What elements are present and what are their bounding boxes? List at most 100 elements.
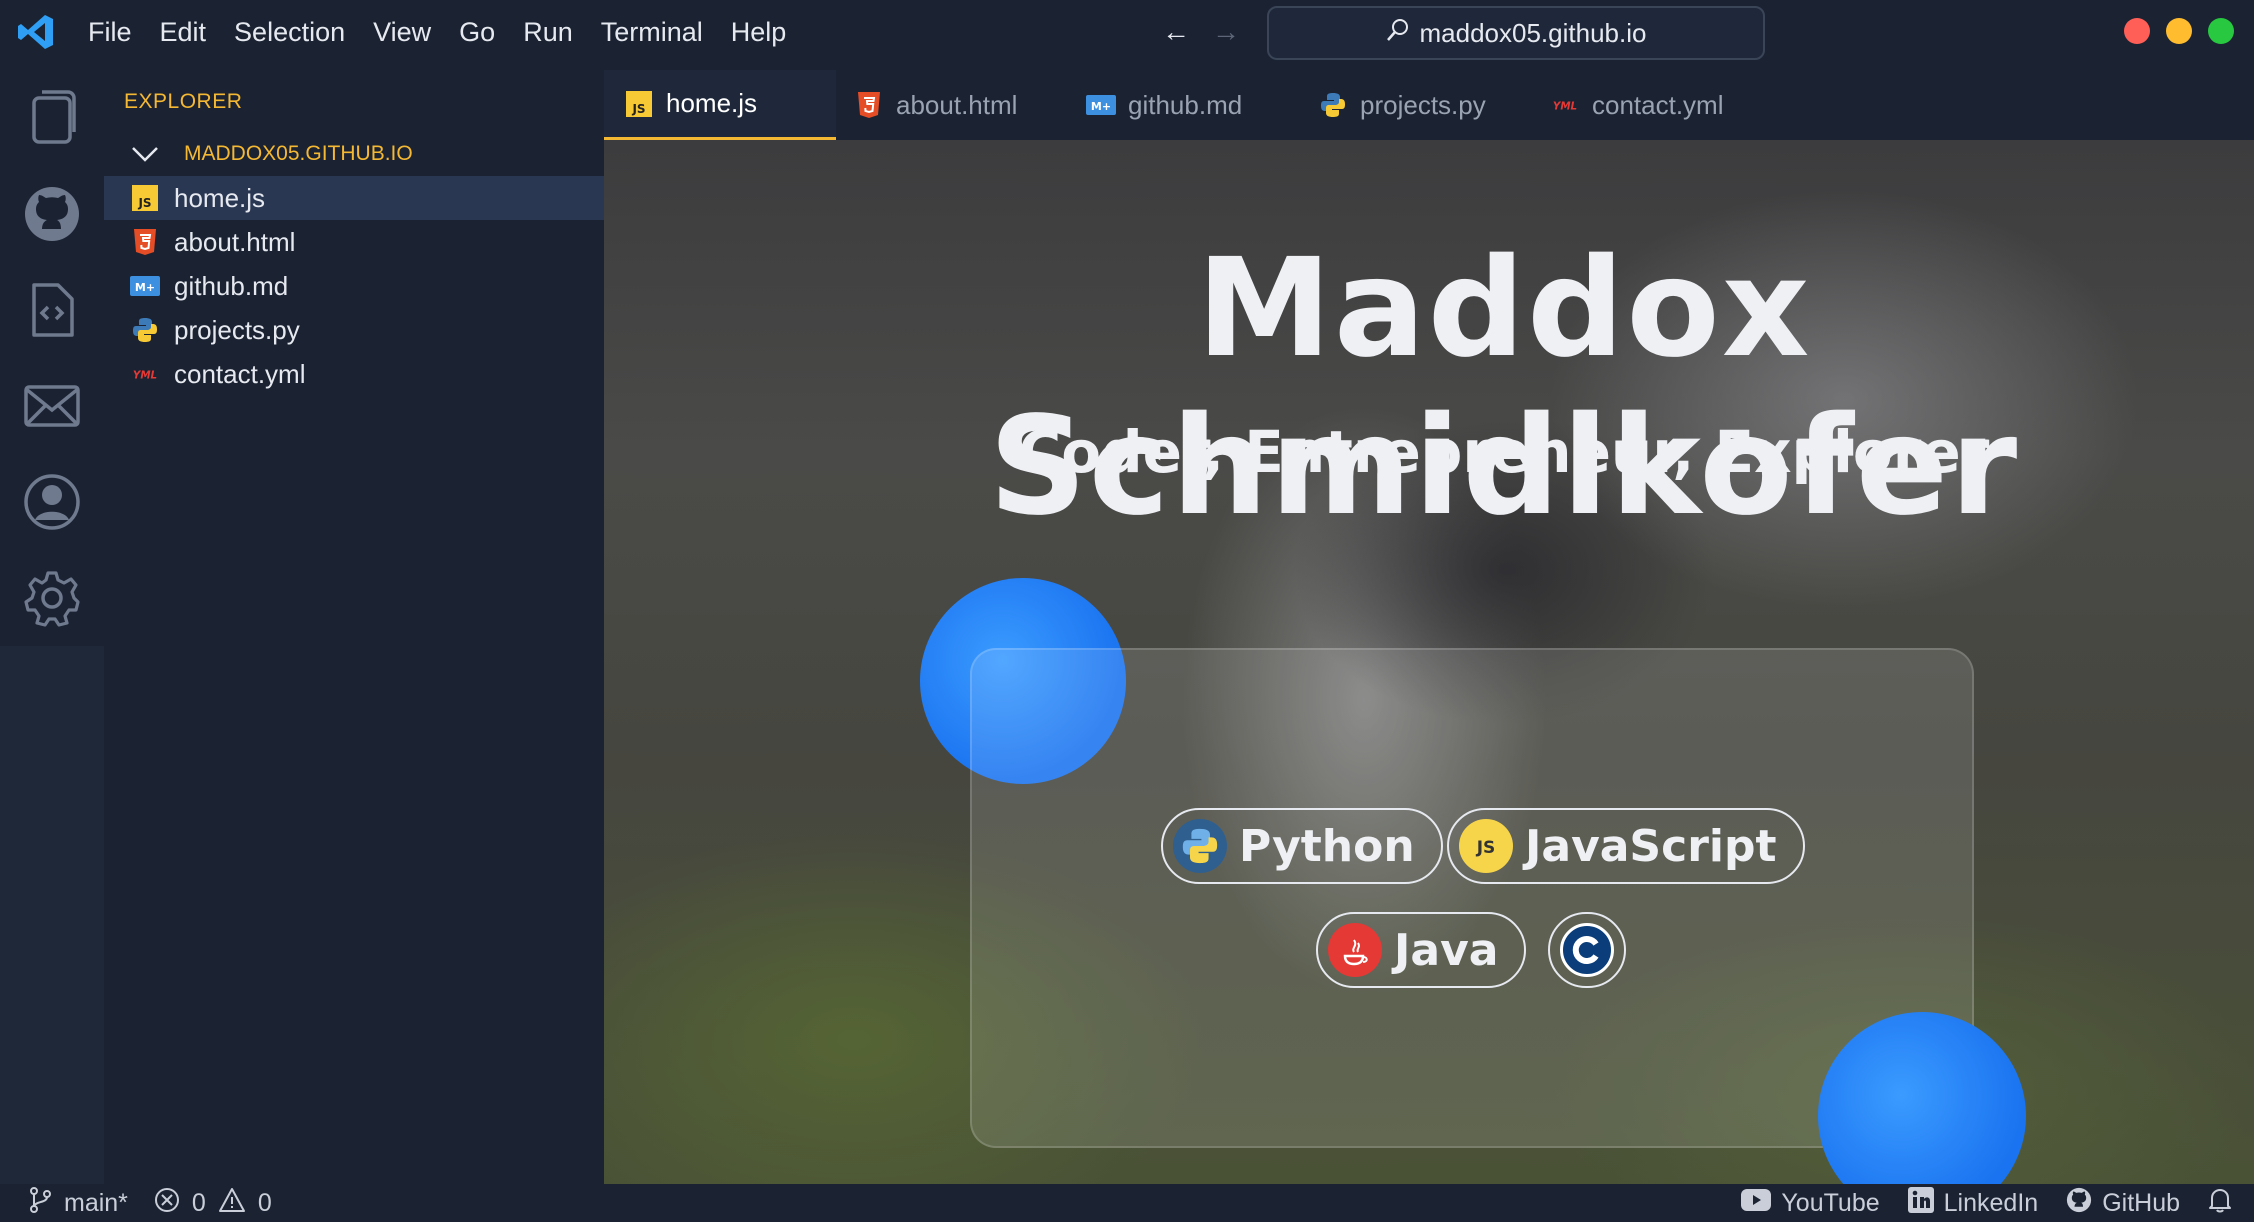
folder-row[interactable]: MADDOX05.GITHUB.IO bbox=[104, 134, 604, 174]
git-branch-name[interactable]: main* bbox=[64, 1189, 128, 1218]
file-item-home-js[interactable]: JS home.js bbox=[104, 176, 604, 220]
tab-projects-py[interactable]: projects.py bbox=[1318, 70, 1486, 140]
linkedin-link[interactable]: LinkedIn bbox=[1907, 1186, 2039, 1220]
tab-label: github.md bbox=[1128, 89, 1243, 120]
skill-pill-c[interactable] bbox=[1548, 912, 1626, 988]
menu-edit[interactable]: Edit bbox=[160, 17, 207, 48]
activity-bar-lower-panel bbox=[0, 646, 104, 1184]
command-search-box[interactable]: maddox05.github.io bbox=[1267, 6, 1765, 60]
bell-icon[interactable] bbox=[2208, 1187, 2232, 1220]
github-icon bbox=[2066, 1187, 2092, 1220]
javascript-file-icon: JS bbox=[624, 89, 654, 119]
activity-bar bbox=[0, 64, 104, 1184]
yaml-file-icon: YML bbox=[1550, 90, 1580, 120]
svg-text:M+: M+ bbox=[135, 281, 155, 294]
arrow-left-icon[interactable]: ← bbox=[1162, 16, 1190, 48]
error-count[interactable]: 0 bbox=[192, 1189, 206, 1218]
menu-file[interactable]: File bbox=[88, 17, 132, 48]
file-item-contact-yml[interactable]: YML contact.yml bbox=[104, 352, 604, 396]
explorer-sidebar: EXPLORER MADDOX05.GITHUB.IO JS home.js a… bbox=[104, 64, 604, 1184]
linkedin-label: LinkedIn bbox=[1943, 1188, 2039, 1217]
editor-tab-bar: JS home.js about.html M+ github.md proje… bbox=[604, 64, 2254, 140]
tab-label: projects.py bbox=[1360, 89, 1486, 120]
skill-label: Java bbox=[1394, 924, 1499, 976]
file-name: about.html bbox=[174, 226, 296, 257]
file-name: github.md bbox=[174, 270, 289, 301]
close-window-button[interactable] bbox=[2124, 18, 2150, 44]
tab-label: home.js bbox=[666, 88, 758, 118]
account-icon[interactable] bbox=[22, 472, 82, 532]
file-item-about-html[interactable]: about.html bbox=[104, 220, 604, 264]
error-circle-icon bbox=[154, 1187, 180, 1220]
title-bar: File Edit Selection View Go Run Terminal… bbox=[0, 0, 2254, 64]
skill-label: JavaScript bbox=[1525, 820, 1777, 872]
github-icon[interactable] bbox=[22, 184, 82, 244]
javascript-file-icon: JS bbox=[130, 183, 160, 213]
search-box-text: maddox05.github.io bbox=[1419, 17, 1647, 48]
menu-terminal[interactable]: Terminal bbox=[601, 17, 703, 48]
github-label: GitHub bbox=[2102, 1188, 2180, 1217]
html5-file-icon bbox=[854, 90, 884, 120]
chevron-down-icon bbox=[130, 139, 160, 169]
html5-file-icon bbox=[130, 227, 160, 257]
youtube-link[interactable]: YouTube bbox=[1741, 1188, 1880, 1218]
svg-text:JS: JS bbox=[1476, 838, 1496, 858]
youtube-label: YouTube bbox=[1781, 1188, 1880, 1217]
navigation-arrows: ← → bbox=[1162, 16, 1240, 48]
skill-pill-javascript[interactable]: JS JavaScript bbox=[1447, 808, 1805, 884]
settings-gear-icon[interactable] bbox=[22, 568, 82, 628]
files-icon[interactable] bbox=[22, 86, 82, 146]
menu-go[interactable]: Go bbox=[459, 17, 495, 48]
status-bar: main* 0 0 YouTube LinkedIn GitHub bbox=[0, 1184, 2254, 1222]
minimize-window-button[interactable] bbox=[2166, 18, 2192, 44]
svg-text:YML: YML bbox=[133, 370, 157, 381]
tab-label: contact.yml bbox=[1592, 89, 1724, 120]
javascript-icon: JS bbox=[1459, 819, 1513, 873]
skill-pill-java[interactable]: Java bbox=[1316, 912, 1527, 988]
svg-text:JS: JS bbox=[137, 196, 151, 210]
mail-icon[interactable] bbox=[22, 376, 82, 436]
markdown-file-icon: M+ bbox=[130, 271, 160, 301]
vscode-logo-icon bbox=[16, 12, 56, 52]
tab-contact-yml[interactable]: YML contact.yml bbox=[1550, 70, 1724, 140]
maximize-window-button[interactable] bbox=[2208, 18, 2234, 44]
code-file-icon[interactable] bbox=[22, 280, 82, 340]
youtube-icon bbox=[1741, 1188, 1772, 1218]
status-bar-left: main* 0 0 bbox=[28, 1184, 272, 1222]
warning-triangle-icon bbox=[218, 1187, 246, 1220]
python-icon bbox=[1173, 819, 1227, 873]
warning-count[interactable]: 0 bbox=[258, 1189, 272, 1218]
yaml-file-icon: YML bbox=[130, 359, 160, 389]
hero-title: Maddox Schmidlkofer bbox=[988, 230, 2020, 546]
svg-text:YML: YML bbox=[1553, 101, 1577, 112]
java-icon bbox=[1328, 923, 1382, 977]
tab-home-js[interactable]: JS home.js bbox=[604, 70, 836, 140]
folder-name: MADDOX05.GITHUB.IO bbox=[184, 142, 413, 165]
file-item-github-md[interactable]: M+ github.md bbox=[104, 264, 604, 308]
git-branch-icon bbox=[28, 1186, 52, 1220]
skills-card bbox=[970, 648, 1974, 1148]
markdown-file-icon: M+ bbox=[1086, 90, 1116, 120]
skill-label: Python bbox=[1239, 820, 1415, 872]
github-link[interactable]: GitHub bbox=[2066, 1187, 2180, 1220]
menu-help[interactable]: Help bbox=[731, 17, 787, 48]
c-language-icon bbox=[1560, 923, 1614, 977]
linkedin-icon bbox=[1907, 1186, 1934, 1220]
menu-run[interactable]: Run bbox=[523, 17, 573, 48]
editor-content: Maddox Schmidlkofer Coder, Entrepreneur,… bbox=[604, 140, 2254, 1184]
status-bar-right: YouTube LinkedIn GitHub bbox=[1713, 1184, 2232, 1222]
svg-text:JS: JS bbox=[631, 102, 645, 116]
menu-view[interactable]: View bbox=[373, 17, 431, 48]
tab-github-md[interactable]: M+ github.md bbox=[1086, 70, 1242, 140]
tab-about-html[interactable]: about.html bbox=[854, 70, 1017, 140]
file-name: home.js bbox=[174, 182, 266, 213]
python-file-icon bbox=[130, 315, 160, 345]
menu-selection[interactable]: Selection bbox=[234, 17, 345, 48]
arrow-right-icon[interactable]: → bbox=[1212, 16, 1240, 48]
skill-pill-python[interactable]: Python bbox=[1161, 808, 1443, 884]
file-name: projects.py bbox=[174, 314, 300, 345]
python-file-icon bbox=[1318, 90, 1348, 120]
file-item-projects-py[interactable]: projects.py bbox=[104, 308, 604, 352]
menu-bar: File Edit Selection View Go Run Terminal… bbox=[88, 0, 814, 64]
file-name: contact.yml bbox=[174, 358, 306, 389]
